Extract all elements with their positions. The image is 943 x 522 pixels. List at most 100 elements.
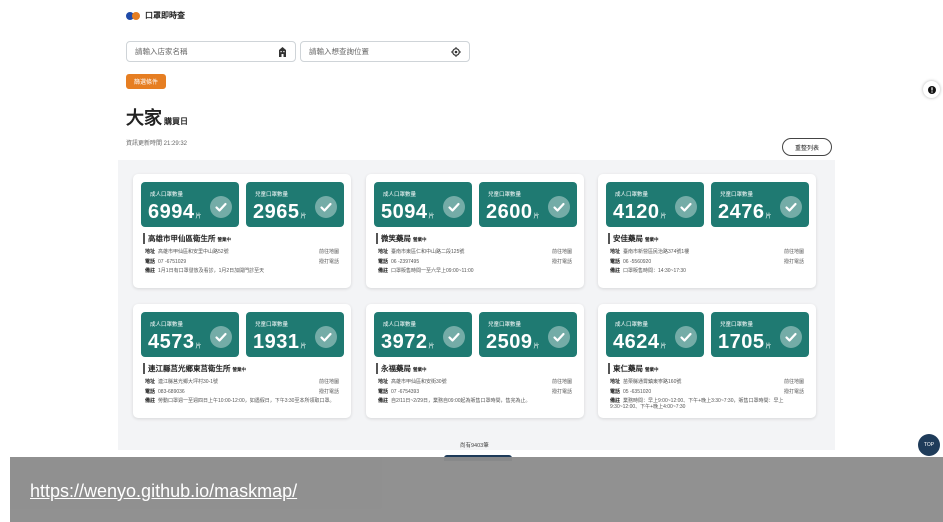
check-icon	[548, 196, 570, 218]
view-map-link[interactable]: 前往地圖	[552, 248, 572, 255]
phone-row: 電話 07 -6754393	[378, 389, 420, 395]
store-search-input[interactable]: 請輸入店家名稱	[126, 41, 296, 62]
status-badge: 營業中	[232, 367, 247, 372]
pharmacy-card: 成人口罩數量 6994片 兒童口罩數量 2965片 高雄市甲仙區衛生所 營業中 地…	[133, 174, 351, 288]
child-mask-count: 2476片	[718, 201, 773, 223]
address-row: 地址 臺南市新營區民治路374號1樓	[610, 249, 690, 255]
child-mask-box: 兒童口罩數量 2600片	[479, 182, 577, 227]
status-badge: 營業中	[413, 237, 427, 242]
status-badge: 營業中	[645, 237, 659, 242]
back-to-top-button[interactable]: TOP	[918, 434, 940, 456]
check-icon	[780, 196, 802, 218]
pharmacy-card: 成人口罩數量 5094片 兒童口罩數量 2600片 微笑藥局 營業中 地址 臺南市東…	[366, 174, 584, 288]
check-icon	[315, 196, 337, 218]
call-link[interactable]: 撥打電話	[319, 388, 339, 395]
check-icon	[443, 196, 465, 218]
reorder-button[interactable]: 重整列表	[782, 138, 832, 156]
pharmacy-name: 安佳藥局 營業中	[608, 233, 659, 244]
page-title: 大家 購買日	[126, 104, 188, 130]
child-mask-count: 1931片	[253, 331, 308, 353]
call-link[interactable]: 撥打電話	[552, 258, 572, 265]
view-map-link[interactable]: 前往地圖	[319, 248, 339, 255]
child-mask-label: 兒童口罩數量	[488, 322, 522, 328]
adult-mask-box: 成人口罩數量 5094片	[374, 182, 472, 227]
child-mask-label: 兒童口罩數量	[255, 192, 289, 198]
child-mask-box: 兒童口罩數量 2476片	[711, 182, 809, 227]
update-time: 資訊更新時間 21:29:32	[126, 141, 188, 147]
phone-row: 電話 05 -6351020	[610, 389, 652, 395]
call-link[interactable]: 撥打電話	[552, 388, 572, 395]
phone-row: 電話 06 -2397495	[378, 259, 420, 265]
logo-icon	[126, 11, 140, 20]
check-icon	[548, 326, 570, 348]
pharmacy-card: 成人口罩數量 4624片 兒童口罩數量 1705片 東仁藥局 營業中 地址 苗栗縣通…	[598, 304, 816, 418]
adult-mask-box: 成人口罩數量 4120片	[606, 182, 704, 227]
child-mask-box: 兒童口罩數量 1931片	[246, 312, 344, 357]
note-row: 備註 口罩販售時間一至六早上09:00~11:00	[378, 268, 474, 274]
adult-mask-box: 成人口罩數量 3972片	[374, 312, 472, 357]
location-search-input[interactable]: 請輸入想查詢位置	[300, 41, 470, 62]
view-map-link[interactable]: 前往地圖	[319, 378, 339, 385]
call-link[interactable]: 撥打電話	[784, 258, 804, 265]
filter-button[interactable]: 篩選條件	[126, 74, 166, 89]
child-mask-box: 兒童口罩數量 2965片	[246, 182, 344, 227]
note-row: 備註 自2/11日~2/29日，業務自09:00起為販售口罩時間，售完為止。	[378, 398, 531, 404]
note-row: 備註 業務時間：早上9:00~12:00、下午+晚上3:30~7:30，販售口罩時…	[610, 398, 784, 410]
adult-mask-label: 成人口罩數量	[383, 192, 417, 198]
app-title: 口罩即時查	[145, 11, 185, 20]
adult-mask-count: 4573片	[148, 331, 203, 353]
child-mask-label: 兒童口罩數量	[255, 322, 289, 328]
view-map-link[interactable]: 前往地圖	[784, 248, 804, 255]
call-link[interactable]: 撥打電話	[784, 388, 804, 395]
adult-mask-count: 4624片	[613, 331, 668, 353]
address-row: 地址 苗栗縣通霄鎮東寧路160號	[610, 379, 682, 385]
info-button[interactable]	[923, 81, 940, 98]
child-mask-box: 兒童口罩數量 2509片	[479, 312, 577, 357]
pharmacy-card: 成人口罩數量 4573片 兒童口罩數量 1931片 連江縣莒光鄉東莒衛生所 營業中…	[133, 304, 351, 418]
adult-mask-box: 成人口罩數量 4573片	[141, 312, 239, 357]
view-map-link[interactable]: 前往地圖	[552, 378, 572, 385]
child-mask-count: 1705片	[718, 331, 773, 353]
check-icon	[443, 326, 465, 348]
child-mask-label: 兒童口罩數量	[488, 192, 522, 198]
check-icon	[210, 196, 232, 218]
child-mask-count: 2509片	[486, 331, 541, 353]
pharmacy-name: 東仁藥局 營業中	[608, 363, 659, 374]
address-row: 地址 高雄市甲仙區和安街30號	[378, 379, 447, 385]
location-search-placeholder: 請輸入想查詢位置	[309, 47, 369, 56]
check-icon	[315, 326, 337, 348]
page: 口罩即時查 請輸入店家名稱 請輸入想查詢位置 篩選條件 大家 購買日 資訊更新時…	[0, 0, 943, 522]
adult-mask-label: 成人口罩數量	[150, 192, 184, 198]
check-icon	[210, 326, 232, 348]
url-banner: https://wenyo.github.io/maskmap/	[10, 457, 943, 522]
status-badge: 營業中	[645, 367, 659, 372]
call-link[interactable]: 撥打電話	[319, 258, 339, 265]
check-icon	[675, 326, 697, 348]
phone-row: 電話 07 -6751029	[145, 259, 187, 265]
note-row: 備註 勞動口罩週一至週四日上午10:00-12:00，如遇假日，下午3:30至本所…	[145, 398, 335, 404]
adult-mask-count: 6994片	[148, 201, 203, 223]
status-badge: 營業中	[217, 237, 232, 242]
locate-icon[interactable]	[451, 46, 461, 57]
app-header: 口罩即時查	[126, 10, 185, 21]
site-url-link[interactable]: https://wenyo.github.io/maskmap/	[30, 481, 297, 502]
address-row: 地址 臺南市東區仁和中山路二段125號	[378, 249, 465, 255]
view-map-link[interactable]: 前往地圖	[784, 378, 804, 385]
phone-row: 電話 083-689036	[145, 389, 185, 395]
pharmacy-name: 高雄市甲仙區衛生所 營業中	[143, 233, 231, 244]
pharmacy-card: 成人口罩數量 3972片 兒童口罩數量 2509片 永福藥局 營業中 地址 高雄市甲…	[366, 304, 584, 418]
child-mask-count: 2965片	[253, 201, 308, 223]
adult-mask-label: 成人口罩數量	[383, 322, 417, 328]
title-main: 大家	[126, 108, 162, 128]
note-row: 備註 口罩販售時間：14:30~17:30	[610, 268, 686, 274]
adult-mask-count: 5094片	[381, 201, 436, 223]
adult-mask-count: 3972片	[381, 331, 436, 353]
building-icon[interactable]	[277, 46, 287, 57]
adult-mask-box: 成人口罩數量 6994片	[141, 182, 239, 227]
pharmacy-card: 成人口罩數量 4120片 兒童口罩數量 2476片 安佳藥局 營業中 地址 臺南市新…	[598, 174, 816, 288]
pharmacy-name: 微笑藥局 營業中	[376, 233, 427, 244]
adult-mask-label: 成人口罩數量	[615, 322, 649, 328]
adult-mask-label: 成人口罩數量	[615, 192, 649, 198]
address-row: 地址 連江縣莒光鄉大坪村30-1號	[145, 379, 219, 385]
title-sub: 購買日	[164, 117, 188, 126]
